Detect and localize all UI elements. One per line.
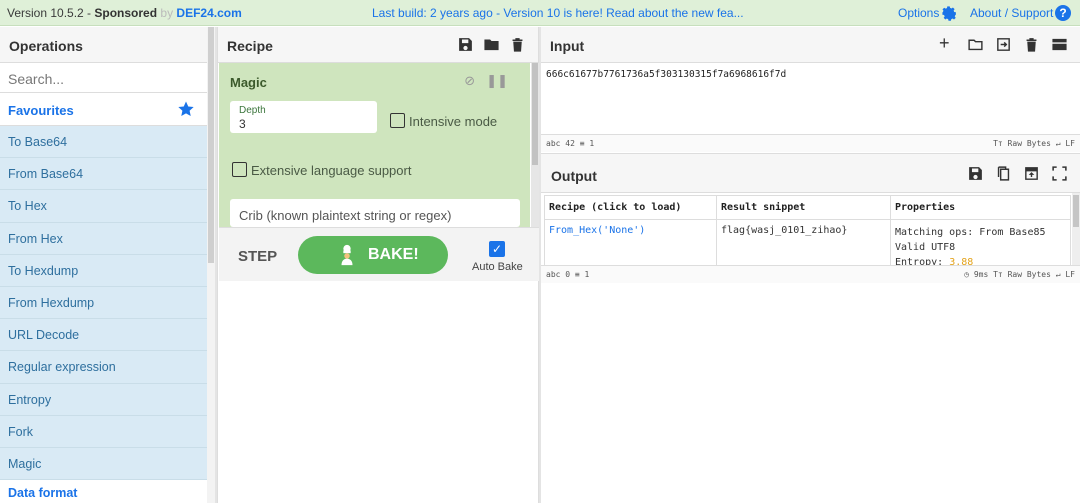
recipe-title: Recipe bbox=[227, 38, 273, 54]
gear-icon[interactable] bbox=[941, 5, 958, 22]
intensive-mode-label: Intensive mode bbox=[409, 114, 498, 129]
valid-utf8: Valid UTF8 bbox=[895, 242, 956, 253]
help-icon[interactable]: ? bbox=[1055, 5, 1071, 21]
input-header: Input + bbox=[541, 27, 1080, 63]
scrollbar-thumb[interactable] bbox=[532, 63, 538, 165]
properties-cell: Matching ops: From Base85 Valid UTF8 Ent… bbox=[890, 219, 1071, 266]
output-header: Output bbox=[541, 153, 1080, 193]
about-support-link[interactable]: About / Support bbox=[970, 6, 1053, 20]
options-link[interactable]: Options bbox=[898, 6, 939, 20]
step-button[interactable]: STEP bbox=[238, 248, 277, 265]
scrollbar-thumb[interactable] bbox=[1073, 195, 1079, 227]
table-row: From_Hex('None') flag{wasj_0101_zihao} M… bbox=[544, 219, 1071, 266]
pause-icon[interactable]: ❚❚ bbox=[486, 73, 508, 89]
input-textarea[interactable]: 666c61677b7761736a5f303130315f7a6968616f… bbox=[541, 63, 1080, 134]
operation-item[interactable]: To Hex bbox=[0, 190, 207, 223]
version-info: Version 10.5.2 - Sponsored by DEF24.com bbox=[7, 6, 242, 20]
operation-item[interactable]: Fork bbox=[0, 415, 207, 448]
favourites-label: Favourites bbox=[8, 103, 74, 118]
depth-label: Depth bbox=[239, 105, 266, 116]
matching-ops: Matching ops: From Base85 bbox=[895, 227, 1046, 238]
layout-icon[interactable] bbox=[1051, 36, 1068, 53]
folder-icon[interactable] bbox=[967, 36, 984, 53]
operation-item[interactable]: Magic bbox=[0, 447, 207, 481]
operation-item[interactable]: To Hexdump bbox=[0, 254, 207, 287]
auto-bake-label: Auto Bake bbox=[472, 261, 523, 273]
trash-icon[interactable] bbox=[1023, 36, 1040, 53]
disable-icon[interactable]: ⊘ bbox=[464, 73, 475, 89]
output-encoding[interactable]: ◷ 9ms Tт Raw Bytes ↵ LF bbox=[964, 270, 1075, 279]
input-encoding[interactable]: Tт Raw Bytes ↵ LF bbox=[993, 139, 1075, 148]
column-divider[interactable] bbox=[539, 27, 541, 503]
top-banner: Version 10.5.2 - Sponsored by DEF24.com … bbox=[0, 0, 1080, 26]
operation-item[interactable]: Entropy bbox=[0, 383, 207, 416]
operations-scrollbar[interactable] bbox=[207, 27, 215, 503]
io-panel: Input + 666c61677b7761736a5f303130315f7a… bbox=[541, 27, 1080, 503]
copy-icon[interactable] bbox=[995, 165, 1012, 182]
auto-bake-checkbox[interactable]: ✓ bbox=[489, 241, 505, 257]
recipe-link[interactable]: From_Hex('None') bbox=[544, 219, 717, 266]
operations-search-input[interactable]: Search... bbox=[0, 63, 207, 93]
table-header-row: Recipe (click to load) Result snippet Pr… bbox=[544, 195, 1071, 220]
recipe-scrollbar[interactable] bbox=[531, 63, 539, 227]
replace-input-icon[interactable] bbox=[1023, 165, 1040, 182]
output-status-bar: abc 0 ≡ 1 ◷ 9ms Tт Raw Bytes ↵ LF bbox=[541, 265, 1080, 283]
column-header: Result snippet bbox=[716, 195, 891, 220]
bake-bar: STEP BAKE! ✓ Auto Bake bbox=[219, 227, 539, 281]
column-header: Recipe (click to load) bbox=[544, 195, 717, 220]
input-title: Input bbox=[550, 38, 585, 54]
save-icon[interactable] bbox=[457, 36, 474, 53]
operations-title: Operations bbox=[0, 27, 207, 63]
output-stats: abc 0 ≡ 1 bbox=[546, 270, 590, 279]
star-icon[interactable] bbox=[177, 100, 195, 118]
extensive-language-checkbox[interactable] bbox=[232, 162, 247, 177]
depth-value[interactable]: 3 bbox=[239, 117, 246, 131]
crib-input[interactable]: Crib (known plaintext string or regex) bbox=[230, 199, 520, 227]
folder-icon[interactable] bbox=[483, 36, 500, 53]
operation-item[interactable]: Regular expression bbox=[0, 351, 207, 384]
version-text: Version 10.5.2 - bbox=[7, 6, 95, 20]
depth-field[interactable]: Depth 3 bbox=[230, 101, 377, 133]
operation-item[interactable]: From Hexdump bbox=[0, 286, 207, 320]
operations-panel: Operations Search... Favourites To Base6… bbox=[0, 27, 207, 503]
magic-operation: Magic ⊘ ❚❚ Depth 3 Intensive mode Extens… bbox=[219, 63, 530, 227]
save-icon[interactable] bbox=[967, 165, 984, 182]
operation-item[interactable]: To Base64 bbox=[0, 126, 207, 159]
maximize-icon[interactable] bbox=[1051, 165, 1068, 182]
bake-button[interactable]: BAKE! bbox=[298, 236, 448, 274]
build-notice-link[interactable]: Last build: 2 years ago - Version 10 is … bbox=[372, 6, 744, 20]
column-header: Properties bbox=[890, 195, 1071, 220]
plus-icon[interactable]: + bbox=[939, 34, 956, 53]
recipe-panel: Recipe Magic ⊘ ❚❚ Depth 3 Intensive mode… bbox=[217, 27, 539, 503]
sponsor-link[interactable]: DEF24.com bbox=[176, 6, 241, 20]
data-format-category[interactable]: Data format bbox=[0, 480, 207, 501]
recipe-header: Recipe bbox=[218, 27, 538, 63]
by-text: by bbox=[157, 6, 177, 20]
output-scrollbar[interactable] bbox=[1072, 193, 1080, 266]
operation-name: Magic bbox=[230, 75, 267, 90]
operation-item[interactable]: From Hex bbox=[0, 222, 207, 255]
scrollbar-thumb[interactable] bbox=[208, 27, 214, 263]
sponsored-text: Sponsored bbox=[94, 6, 158, 20]
magic-results-table: Recipe (click to load) Result snippet Pr… bbox=[544, 195, 1071, 266]
input-stats: abc 42 ≡ 1 bbox=[546, 139, 595, 148]
operation-item[interactable]: From Base64 bbox=[0, 158, 207, 191]
favourites-category[interactable]: Favourites bbox=[0, 93, 207, 126]
crib-placeholder: Crib (known plaintext string or regex) bbox=[239, 208, 452, 223]
input-status-bar: abc 42 ≡ 1 Tт Raw Bytes ↵ LF bbox=[541, 134, 1080, 152]
file-import-icon[interactable] bbox=[995, 36, 1012, 53]
intensive-mode-checkbox[interactable] bbox=[390, 113, 405, 128]
operation-item[interactable]: URL Decode bbox=[0, 319, 207, 352]
output-title: Output bbox=[551, 168, 597, 184]
column-divider[interactable] bbox=[215, 27, 217, 503]
trash-icon[interactable] bbox=[509, 36, 526, 53]
extensive-language-label: Extensive language support bbox=[251, 163, 412, 178]
result-snippet: flag{wasj_0101_zihao} bbox=[716, 219, 891, 266]
output-results: Recipe (click to load) Result snippet Pr… bbox=[541, 193, 1072, 266]
bake-label: BAKE! bbox=[368, 246, 419, 263]
chef-icon bbox=[341, 244, 353, 266]
